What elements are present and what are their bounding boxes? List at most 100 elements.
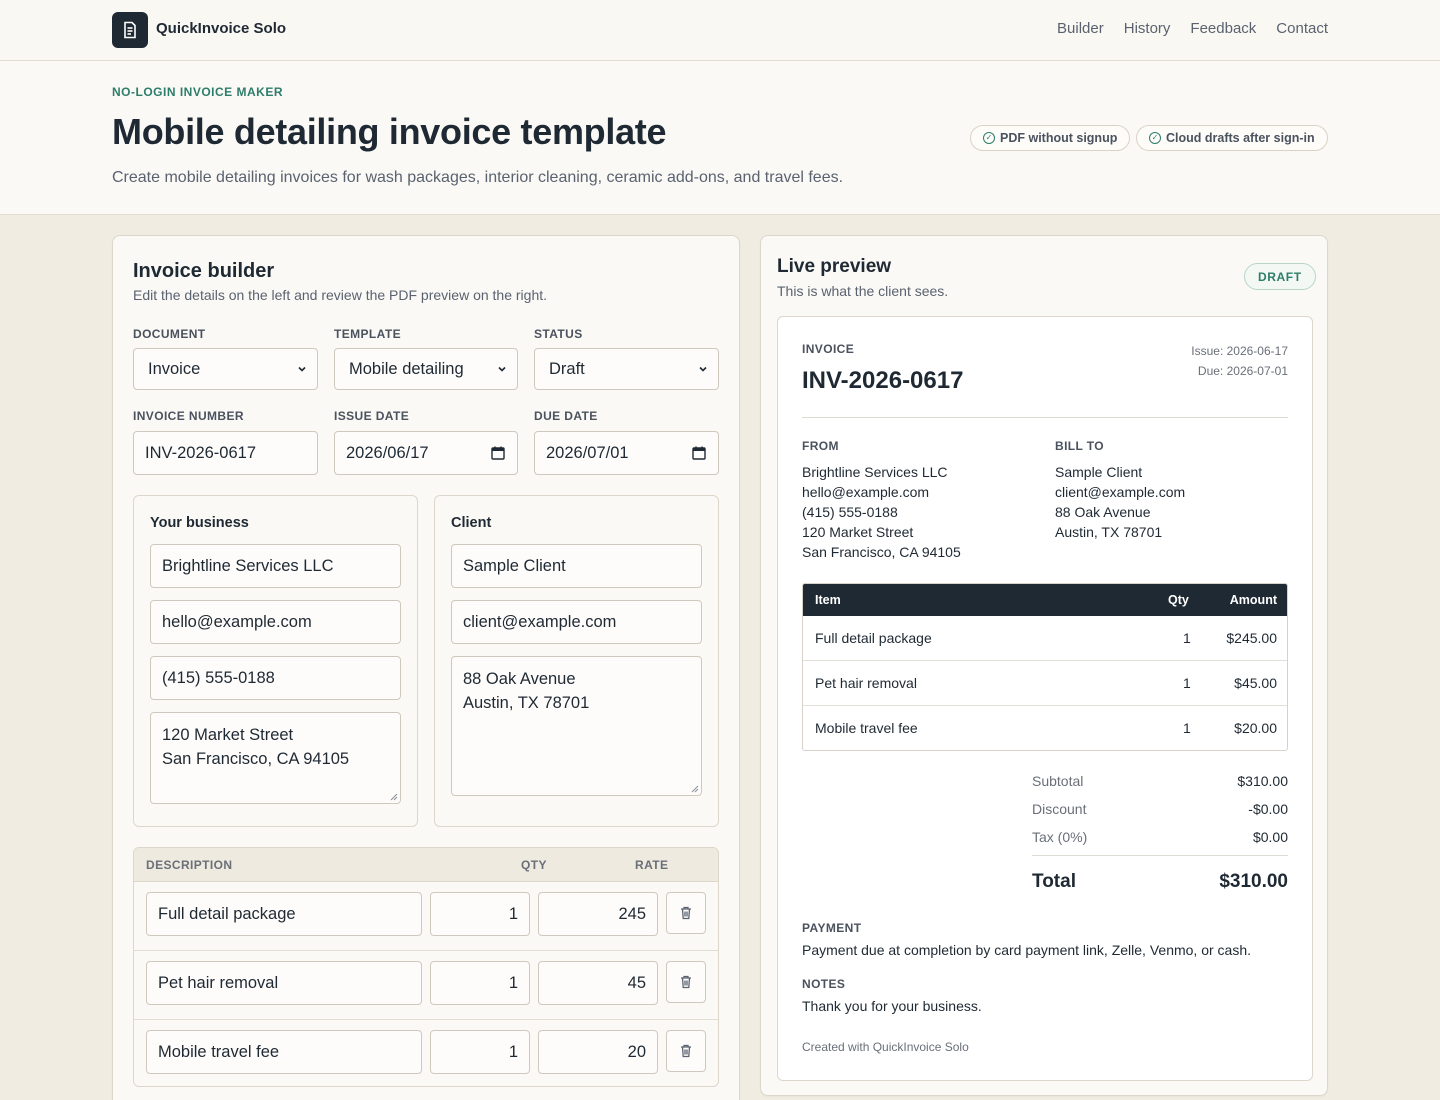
discount-value: -$0.00 [1248,801,1288,817]
pill-label: PDF without signup [1000,131,1118,145]
brand-name[interactable]: QuickInvoice Solo [156,20,286,37]
bill-to-label: BILL TO [1055,439,1105,453]
bill-to-line: client@example.com [1055,484,1186,500]
business-email-input[interactable]: hello@example.com [150,600,401,644]
page-subtitle: Create mobile detailing invoices for was… [112,169,844,186]
preview-table-row: Mobile travel fee 1 $20.00 [803,706,1287,750]
row-qty: 1 [1183,630,1191,646]
from-line: (415) 555-0188 [802,504,898,520]
template-select-value: Mobile detailing [349,359,464,378]
preview-table-header: Item Qty Amount [803,584,1287,616]
item-qty-input[interactable]: 1 [430,1030,530,1074]
delete-item-button[interactable] [666,1030,706,1072]
issue-date: Issue: 2026-06-17 [1191,344,1288,358]
row-qty: 1 [1183,675,1191,691]
bill-to-line: 88 Oak Avenue [1055,504,1151,520]
bill-to-block: Sample Client client@example.com 88 Oak … [1055,462,1185,542]
row-amount: $45.00 [1234,675,1277,691]
row-amount: $20.00 [1234,720,1277,736]
notes-text: Thank you for your business. [802,998,982,1014]
preview-table-row: Pet hair removal 1 $45.00 [803,661,1287,706]
issue-date-input[interactable]: 2026/06/17 [334,431,518,475]
item-description-input[interactable]: Mobile travel fee [146,1030,422,1074]
pill-label: Cloud drafts after sign-in [1166,131,1315,145]
nav-link-contact[interactable]: Contact [1276,20,1328,37]
status-select[interactable]: Draft [534,348,719,390]
payment-label: PAYMENT [802,921,862,935]
line-item-row: Full detail package 1 245 [134,882,718,951]
row-amount: $245.00 [1226,630,1277,646]
delete-item-button[interactable] [666,892,706,934]
business-title: Your business [150,515,249,531]
line-item-row: Pet hair removal 1 45 [134,951,718,1020]
from-block: Brightline Services LLC hello@example.co… [802,462,961,562]
issue-date-value: 2026/06/17 [346,443,429,462]
subtotal-value: $310.00 [1237,773,1288,789]
from-line: hello@example.com [802,484,930,500]
issue-date-label: ISSUE DATE [334,409,410,423]
pill-cloud-drafts: ✓ Cloud drafts after sign-in [1136,125,1328,151]
item-column-header: Item [815,593,841,607]
client-email-input[interactable]: client@example.com [451,600,702,644]
invoice-number-input[interactable]: INV-2026-0617 [133,431,318,475]
resize-handle-icon[interactable] [389,792,398,801]
item-rate-input[interactable]: 20 [538,1030,658,1074]
nav-link-builder[interactable]: Builder [1057,20,1104,37]
due-date-label: DUE DATE [534,409,598,423]
business-address-textarea[interactable]: 120 Market Street San Francisco, CA 9410… [150,712,401,804]
item-qty-input[interactable]: 1 [430,892,530,936]
item-rate-input[interactable]: 45 [538,961,658,1005]
tax-value: $0.00 [1252,829,1288,845]
from-line: 120 Market Street [802,524,914,540]
item-rate-input[interactable]: 245 [538,892,658,936]
qty-column-header: Qty [1168,593,1189,607]
calendar-icon[interactable] [692,446,706,460]
resize-handle-icon[interactable] [690,784,699,793]
row-item: Full detail package [815,630,932,646]
row-item: Mobile travel fee [815,720,918,736]
invoice-number-label: INVOICE NUMBER [133,409,244,423]
business-name-input[interactable]: Brightline Services LLC [150,544,401,588]
status-select-value: Draft [549,359,585,378]
calendar-icon[interactable] [491,446,505,460]
client-name-input[interactable]: Sample Client [451,544,702,588]
status-badge: DRAFT [1244,263,1316,290]
status-label: STATUS [534,327,583,341]
template-select[interactable]: Mobile detailing [334,348,518,390]
pill-pdf-without-signup: ✓ PDF without signup [970,125,1131,151]
business-phone-input[interactable]: (415) 555-0188 [150,656,401,700]
nav-link-feedback[interactable]: Feedback [1190,20,1256,37]
nav-links: Builder History Feedback Contact [1057,20,1328,37]
client-address-textarea[interactable]: 88 Oak Avenue Austin, TX 78701 [451,656,702,796]
preview-table-row: Full detail package 1 $245.00 [803,616,1287,661]
delete-item-button[interactable] [666,961,706,1003]
item-qty-input[interactable]: 1 [430,961,530,1005]
page-title: Mobile detailing invoice template [112,111,667,152]
row-qty: 1 [1183,720,1191,736]
business-panel: Your business Brightline Services LLC he… [133,495,418,827]
preview-title: Live preview [777,256,892,277]
trash-icon [681,1044,691,1058]
builder-subtitle: Edit the details on the left and review … [133,287,548,303]
document-label: DOCUMENT [133,327,206,341]
document-icon[interactable] [112,12,148,48]
document-select[interactable]: Invoice [133,348,318,390]
doc-type-label: INVOICE [802,342,855,356]
builder-title: Invoice builder [133,260,275,282]
due-date-input[interactable]: 2026/07/01 [534,431,719,475]
footer-credit: Created with QuickInvoice Solo [802,1040,969,1054]
amount-column-header: Amount [1229,593,1277,607]
bill-to-line: Austin, TX 78701 [1055,524,1163,540]
invoice-builder-card: Invoice builder Edit the details on the … [112,235,740,1100]
item-description-input[interactable]: Full detail package [146,892,422,936]
chevron-down-icon [699,366,707,372]
from-line: San Francisco, CA 94105 [802,544,961,560]
preview-subtitle: This is what the client sees. [777,283,949,299]
divider [802,417,1288,418]
trash-icon [681,906,691,920]
description-column-header: DESCRIPTION [146,858,233,872]
item-description-input[interactable]: Pet hair removal [146,961,422,1005]
nav-link-history[interactable]: History [1124,20,1171,37]
trash-icon [681,975,691,989]
totals-divider [1032,855,1288,856]
